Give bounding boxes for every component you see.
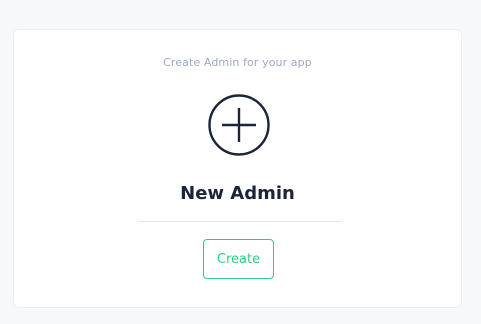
plus-circle-icon[interactable] (208, 94, 270, 156)
new-admin-card: Create Admin for your app New Admin Crea… (13, 29, 462, 308)
card-subtitle: Create Admin for your app (163, 56, 312, 69)
divider (139, 221, 341, 222)
card-title: New Admin (180, 183, 295, 204)
create-button[interactable]: Create (203, 239, 274, 279)
